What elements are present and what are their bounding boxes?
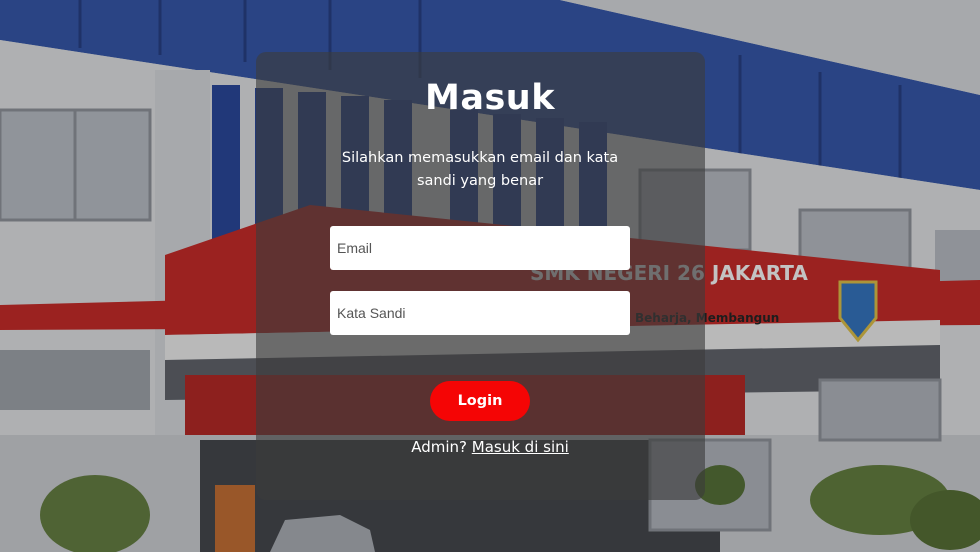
password-field[interactable] — [330, 291, 630, 335]
admin-login-link[interactable]: Masuk di sini — [472, 438, 569, 456]
admin-login-prompt: Admin? Masuk di sini — [0, 438, 980, 456]
admin-prompt-label: Admin? — [411, 438, 467, 456]
page-title: Masuk — [425, 78, 555, 118]
login-card — [256, 52, 705, 500]
login-instruction-text: Silahkan memasukkan email dan kata sandi… — [341, 150, 619, 189]
email-field[interactable] — [330, 226, 630, 270]
login-button[interactable]: Login — [430, 381, 530, 421]
